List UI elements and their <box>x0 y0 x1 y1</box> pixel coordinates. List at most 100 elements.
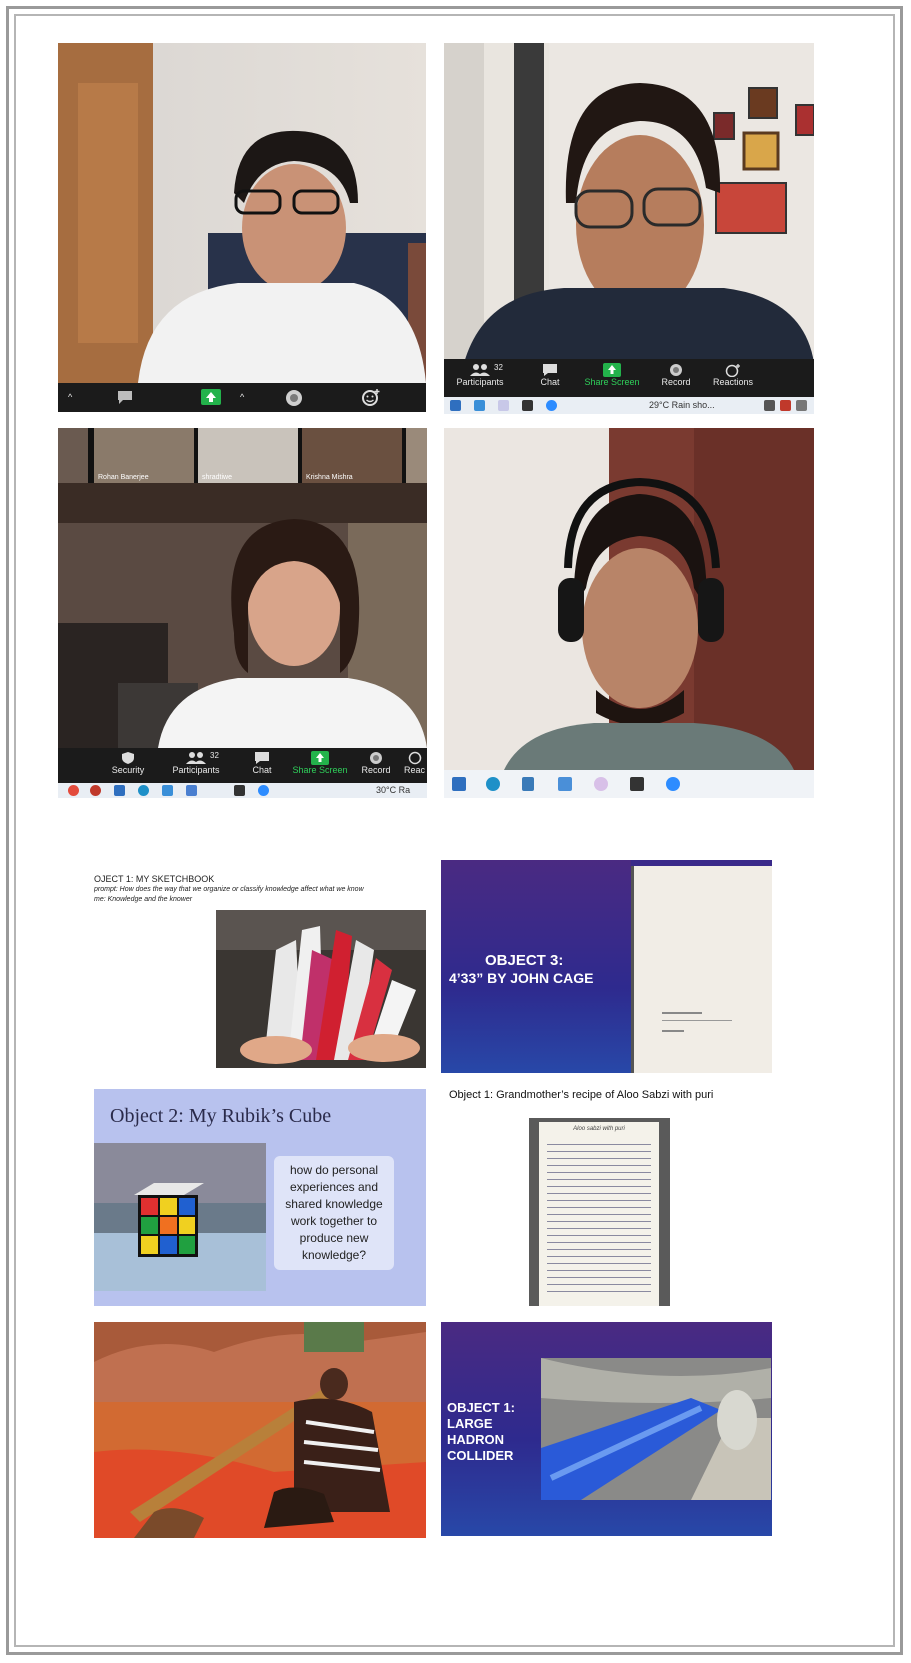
participants-button[interactable]: 32 Participants <box>450 363 510 387</box>
thumbnail-strip: Rohan Banerjee shradtiwe Krishna Mishra <box>58 428 427 483</box>
participants-count: 32 <box>210 751 219 760</box>
record-button[interactable]: Record <box>654 363 698 387</box>
app-icon[interactable] <box>234 785 245 796</box>
chrome-icon[interactable] <box>68 785 79 796</box>
thumbnail-tile[interactable] <box>406 428 427 483</box>
windows-taskbar: 29°C Rain sho... <box>444 397 814 414</box>
reactions-icon[interactable] <box>360 387 382 409</box>
participants-count: 32 <box>494 363 503 372</box>
zoom-toolbar: Security 32 Participants Chat Share Scre… <box>58 748 427 783</box>
slide-heading-line: LARGE <box>447 1416 493 1431</box>
slide-theme: me: Knowledge and the knower <box>94 896 193 903</box>
slide-question-box: how do personal experiences and shared k… <box>274 1156 394 1270</box>
slide-heading-line: COLLIDER <box>447 1448 514 1463</box>
record-label: Record <box>661 377 691 387</box>
slide-prompt: prompt: How does the way that we organiz… <box>94 886 364 893</box>
slide-title: Object 2: My Rubik’s Cube <box>110 1105 332 1127</box>
zoom-app-icon[interactable] <box>666 777 680 791</box>
didgeridoo-image <box>94 1322 426 1538</box>
thumbnail-name: Rohan Banerjee <box>98 474 149 481</box>
chat-icon[interactable] <box>116 389 134 407</box>
thumbnail-tile[interactable] <box>58 428 88 483</box>
participants-label: Participants <box>456 377 504 387</box>
sketchbook-photo <box>216 910 426 1068</box>
rubiks-cube-photo <box>94 1143 266 1291</box>
zoom-tile-3: Rohan Banerjee shradtiwe Krishna Mishra … <box>58 428 427 798</box>
participants-icon <box>470 364 490 376</box>
record-icon <box>670 364 682 376</box>
tray-icon[interactable] <box>764 400 775 411</box>
windows-taskbar: 30°C Ra <box>58 783 427 798</box>
score-paper-image <box>631 866 772 1073</box>
thumbnail-tile[interactable]: Krishna Mishra <box>302 428 402 483</box>
app-icon[interactable] <box>522 777 534 791</box>
security-label: Security <box>111 765 145 775</box>
record-icon[interactable] <box>284 388 304 410</box>
zoom-app-icon[interactable] <box>258 785 269 796</box>
app-icon[interactable] <box>498 400 509 411</box>
participant-video-1 <box>58 43 426 383</box>
app-icon[interactable] <box>114 785 125 796</box>
chat-button[interactable]: Chat <box>244 751 280 775</box>
app-icon[interactable] <box>162 785 173 796</box>
chat-label: Chat <box>252 765 272 775</box>
zoom-tile-1: ^ ^ <box>58 43 426 412</box>
share-screen-icon <box>311 751 329 765</box>
score-scribble <box>662 1030 684 1032</box>
zoom-toolbar: 32 Participants Chat Share Screen Record… <box>444 359 814 397</box>
app-icon[interactable] <box>90 785 101 796</box>
zoom-tile-2: 32 Participants Chat Share Screen Record… <box>444 43 814 414</box>
chat-button[interactable]: Chat <box>532 363 568 387</box>
slide-title: Object 1: Grandmother’s recipe of Aloo S… <box>449 1089 714 1101</box>
weather-status: 30°C Ra <box>376 785 411 795</box>
participants-button[interactable]: 32 Participants <box>166 751 226 775</box>
participant-video-3 <box>58 483 427 748</box>
slide-john-cage: OBJECT 3: 4’33” BY JOHN CAGE <box>441 860 772 1073</box>
app-icon[interactable] <box>594 777 608 791</box>
thumbnail-name: Krishna Mishra <box>306 474 353 481</box>
note-heading: Aloo sabzi with puri <box>573 1126 625 1132</box>
share-screen-button[interactable]: Share Screen <box>290 751 350 775</box>
recipe-note-photo: Aloo sabzi with puri <box>529 1118 670 1306</box>
share-screen-button[interactable]: Share Screen <box>582 363 642 387</box>
record-label: Record <box>361 765 391 775</box>
caret-button[interactable]: ^ <box>240 392 244 402</box>
record-button[interactable]: Record <box>356 751 396 775</box>
app-icon[interactable] <box>474 400 485 411</box>
app-icon[interactable] <box>450 400 461 411</box>
thumbnail-tile[interactable]: Rohan Banerjee <box>94 428 194 483</box>
app-icon[interactable] <box>186 785 197 796</box>
tray-icon[interactable] <box>780 400 791 411</box>
slide-rubiks-cube: Object 2: My Rubik’s Cube how do persona… <box>94 1089 426 1306</box>
thumbnail-tile[interactable]: shradtiwe <box>198 428 298 483</box>
slide-grandmother-recipe: Object 1: Grandmother’s recipe of Aloo S… <box>441 1086 772 1306</box>
app-icon[interactable] <box>522 400 533 411</box>
edge-icon[interactable] <box>486 777 500 791</box>
participants-label: Participants <box>172 765 220 775</box>
slide-title: OJECT 1: MY SKETCHBOOK <box>94 874 215 884</box>
volume-icon[interactable] <box>796 400 807 411</box>
thumbnail-name: shradtiwe <box>202 474 232 481</box>
start-icon[interactable] <box>452 777 466 791</box>
reactions-label: Reactions <box>712 377 754 387</box>
reactions-icon <box>725 364 740 377</box>
security-button[interactable]: Security <box>108 751 148 775</box>
slide-heading-line: OBJECT 1: <box>447 1400 515 1415</box>
note-paper: Aloo sabzi with puri <box>539 1122 659 1306</box>
reactions-button[interactable]: Reac <box>402 751 427 775</box>
slide-heading-line2: 4’33” BY JOHN CAGE <box>449 970 594 986</box>
weather-status: 29°C Rain sho... <box>649 400 715 410</box>
reactions-button[interactable]: Reactions <box>708 363 758 387</box>
share-screen-icon <box>603 363 621 377</box>
slide-didgeridoo-photo <box>94 1322 426 1538</box>
zoom-app-icon[interactable] <box>546 400 557 411</box>
slide-large-hadron-collider: OBJECT 1: LARGE HADRON COLLIDER <box>441 1322 772 1536</box>
participant-video-4 <box>444 428 814 770</box>
app-icon[interactable] <box>558 777 572 791</box>
share-screen-label: Share Screen <box>292 765 348 775</box>
app-icon[interactable] <box>630 777 644 791</box>
score-scribble <box>662 1020 732 1021</box>
caret-button[interactable]: ^ <box>68 392 72 402</box>
share-screen-icon[interactable] <box>200 388 222 408</box>
edge-icon[interactable] <box>138 785 149 796</box>
